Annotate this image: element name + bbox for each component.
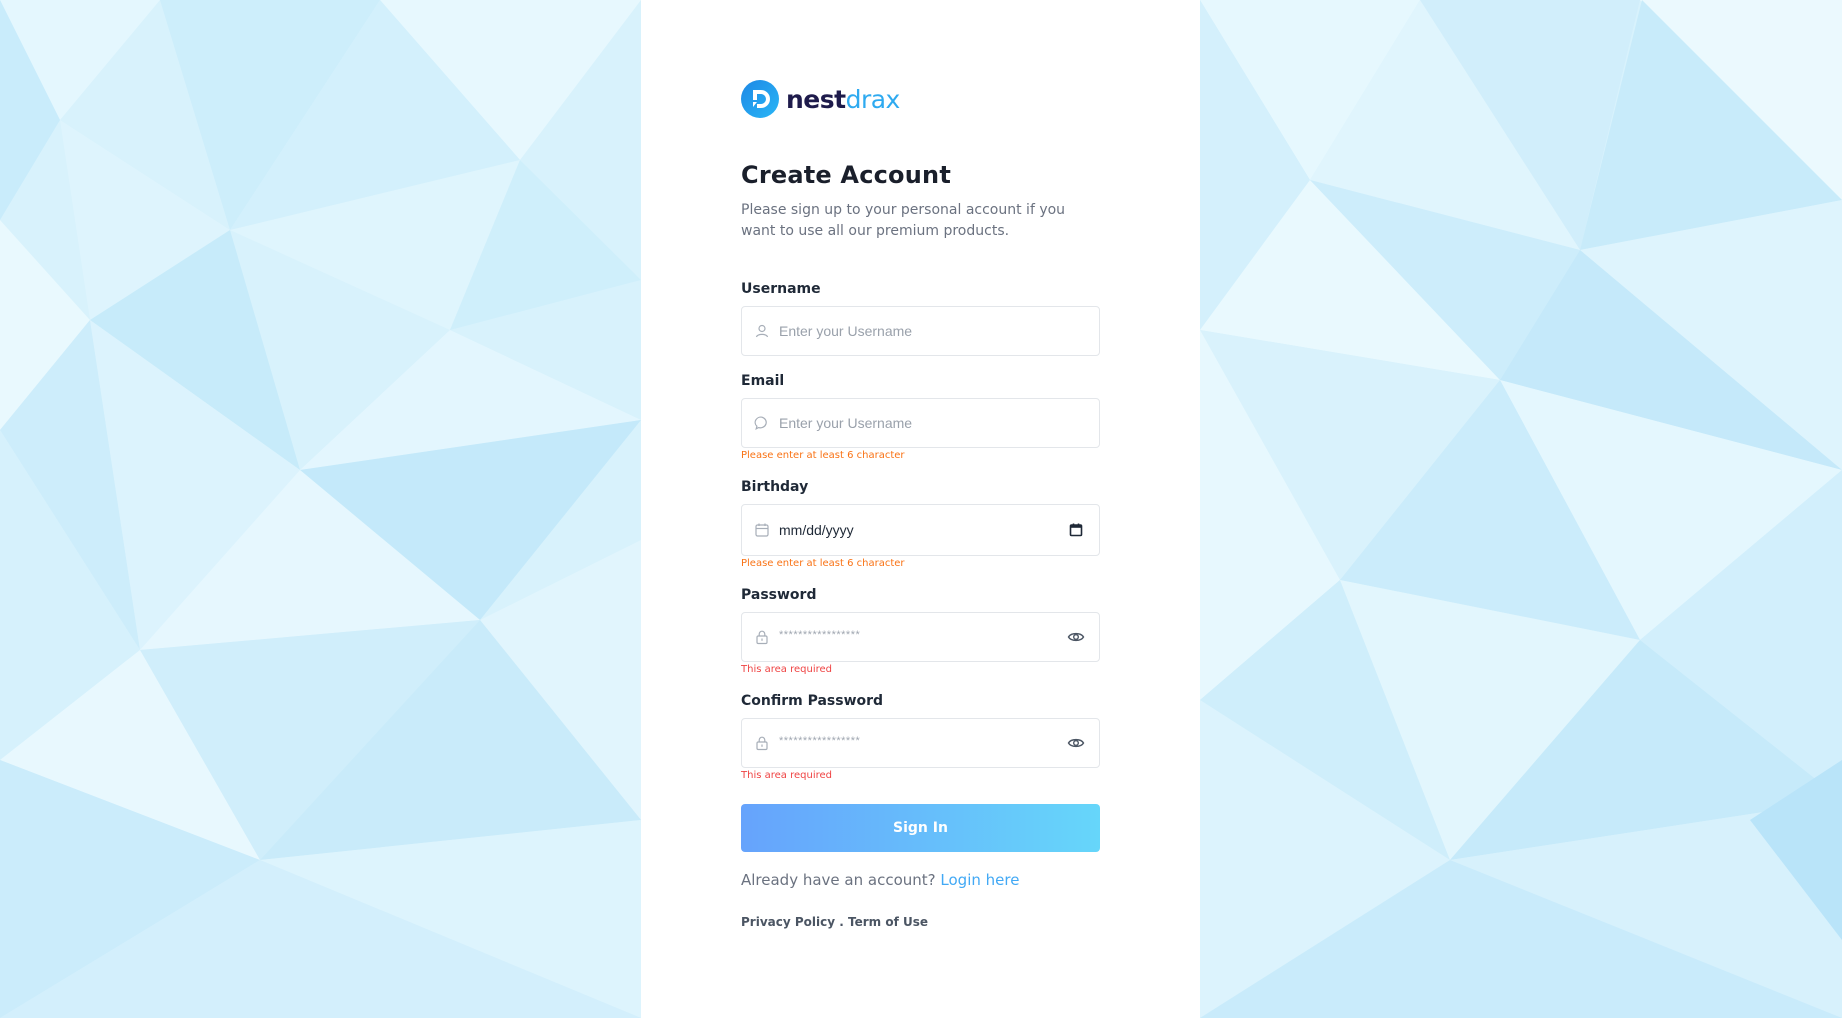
confirm-password-group: Confirm Password ***************** This … <box>741 692 1100 782</box>
lock-icon <box>756 630 768 645</box>
username-field[interactable] <box>741 306 1100 356</box>
chat-bubble-icon <box>754 416 767 430</box>
password-input[interactable]: ***************** <box>779 629 1067 646</box>
birthday-field[interactable]: mm/dd/yyyy <box>741 504 1100 556</box>
terms-of-use-link[interactable]: Term of Use <box>848 915 928 929</box>
page-title: Create Account <box>741 161 951 189</box>
eye-icon[interactable] <box>1067 734 1085 752</box>
email-input[interactable] <box>779 399 1099 447</box>
calendar-icon <box>755 523 769 537</box>
brand-name-part1: nest <box>786 84 846 114</box>
password-group: Password ***************** This area req… <box>741 586 1100 676</box>
email-label: Email <box>741 373 785 389</box>
birthday-input[interactable]: mm/dd/yyyy <box>779 522 1067 538</box>
email-field[interactable] <box>741 398 1100 448</box>
nestdrax-logo-mark-icon <box>741 80 779 118</box>
password-label: Password <box>741 587 817 603</box>
birthday-label: Birthday <box>741 479 809 495</box>
username-input[interactable] <box>779 307 1099 355</box>
email-error: Please enter at least 6 character <box>741 450 905 461</box>
user-icon <box>755 324 769 338</box>
login-prompt: Already have an account? Login here <box>741 870 1100 890</box>
email-group: Email Please enter at least 6 character <box>741 372 1100 462</box>
confirm-password-field[interactable]: ***************** <box>741 718 1100 768</box>
sign-in-button[interactable]: Sign In <box>741 804 1100 852</box>
username-group: Username <box>741 280 1100 356</box>
birthday-error: Please enter at least 6 character <box>741 558 905 569</box>
password-error: This area required <box>741 664 832 675</box>
footer-links: Privacy Policy . Term of Use <box>741 914 1100 930</box>
login-link[interactable]: Login here <box>940 871 1019 889</box>
privacy-policy-link[interactable]: Privacy Policy <box>741 915 835 929</box>
confirm-password-label: Confirm Password <box>741 693 884 709</box>
signup-form: nestdrax Create Account Please sign up t… <box>741 80 1100 930</box>
footer-separator: . <box>839 915 844 929</box>
signup-panel: nestdrax Create Account Please sign up t… <box>641 0 1200 1018</box>
login-prompt-text: Already have an account? <box>741 871 936 889</box>
password-field[interactable]: ***************** <box>741 612 1100 662</box>
eye-icon[interactable] <box>1067 628 1085 646</box>
birthday-group: Birthday mm/dd/yyyy Please enter at leas… <box>741 478 1100 570</box>
calendar-picker-icon[interactable] <box>1067 521 1085 539</box>
username-label: Username <box>741 281 821 297</box>
brand-logo[interactable]: nestdrax <box>741 80 1100 118</box>
page-subtitle: Please sign up to your personal account … <box>741 202 1066 239</box>
brand-name-part2: drax <box>845 84 901 114</box>
brand-name: nestdrax <box>786 87 900 112</box>
confirm-password-error: This area required <box>741 770 832 781</box>
lock-icon <box>756 736 768 751</box>
confirm-password-input[interactable]: ***************** <box>779 735 1067 752</box>
